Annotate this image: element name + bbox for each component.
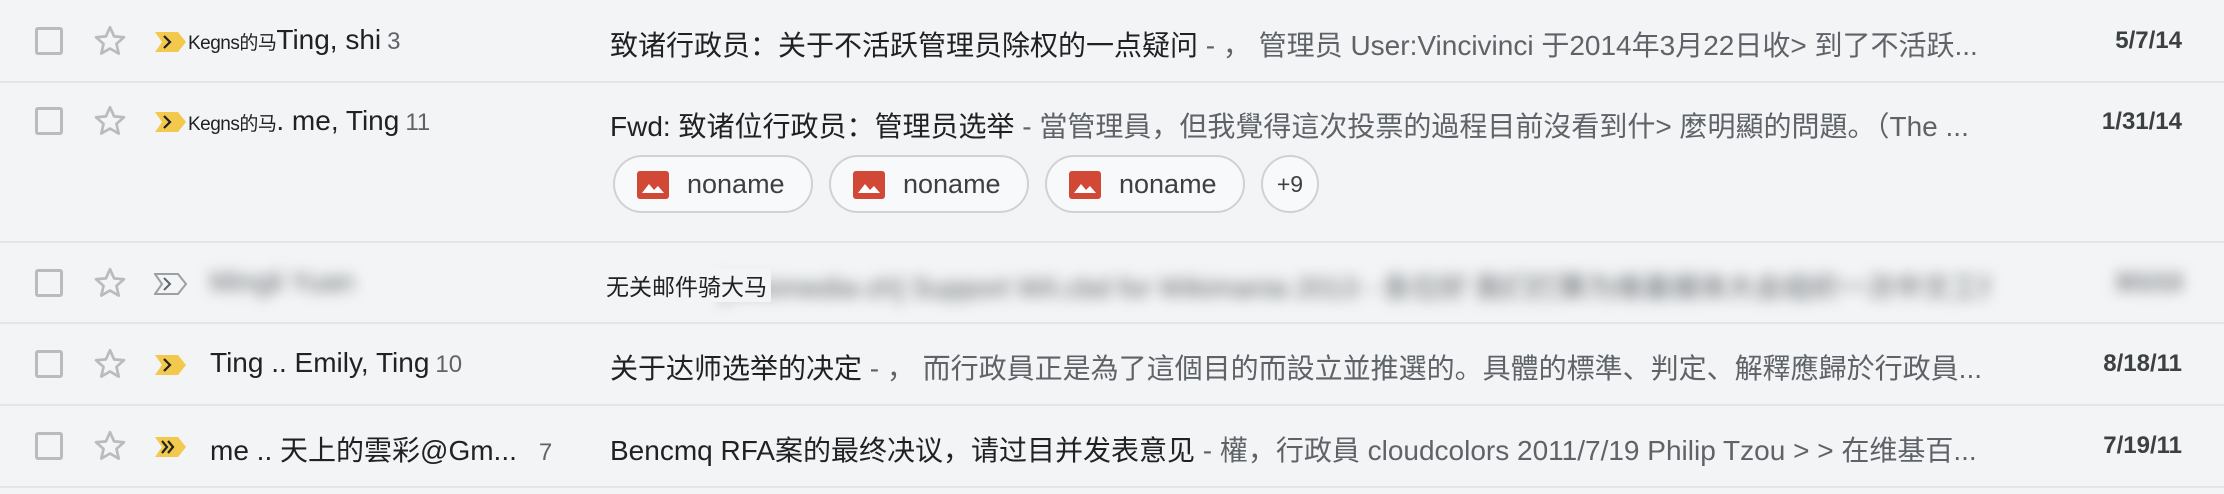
- thread-count: 10: [435, 351, 463, 378]
- thread-count: 3: [387, 28, 401, 55]
- attachment-name: noname: [1119, 169, 1217, 199]
- subject-text: 致诸行政员：关于不活跃管理员除权的一点疑问: [610, 30, 1199, 61]
- sender-label: me .. 天上的雲彩@Gm...: [210, 435, 517, 466]
- image-attachment-icon: [637, 171, 669, 199]
- attachment-name: noname: [687, 169, 785, 199]
- row-checkbox[interactable]: [35, 107, 63, 135]
- star-icon[interactable]: [92, 265, 128, 301]
- subject-line[interactable]: 致诸行政员：关于不活跃管理员除权的一点疑问 - ， 管理员 User:Vinci…: [610, 24, 1990, 64]
- sender-prefix: Kegns的马: [188, 114, 277, 135]
- email-row[interactable]: Kegns的马. me, Ting 11 Fwd: 致诸位行政员：管理员选举 - …: [0, 83, 2224, 243]
- subject-line[interactable]: Bencmq RFA案的最终决议，请过目并发表意见 - 權，行政員 cloudc…: [610, 429, 1990, 469]
- date-label: 3/1/13: [2115, 269, 2182, 296]
- subject-line[interactable]: Fwd: 致诸位行政员：管理员选举 - 當管理員，但我覺得這次投票的過程目前沒看…: [610, 105, 1990, 145]
- sender-label: Ting .. Emily, Ting: [210, 347, 430, 378]
- thread-count: 7: [538, 439, 553, 466]
- importance-marker-outline-icon[interactable]: [154, 272, 188, 296]
- importance-marker-icon[interactable]: [154, 353, 188, 377]
- subject-text: 关于达师选举的决定: [610, 353, 863, 384]
- email-row[interactable]: me .. 天上的雲彩@Gm... 7 Bencmq RFA案的最终决议，请过目并…: [0, 406, 2224, 488]
- overlay-annotation: 无关邮件骑大马: [602, 268, 771, 302]
- more-attachments-chip[interactable]: +9: [1261, 155, 1319, 213]
- row-checkbox[interactable]: [35, 269, 63, 297]
- sender-name: Kegns的马. me, Ting 11: [188, 105, 430, 137]
- subject-text: Fwd: 致诸位行政员：管理员选举: [610, 111, 1015, 142]
- snippet-text: - ， 而行政員正是為了這個目的而設立並推選的。具體的標準、判定、解釋應歸於行政…: [862, 353, 1983, 384]
- date-label: 1/31/14: [2101, 108, 2182, 135]
- row-checkbox[interactable]: [35, 432, 63, 460]
- sender-name: Mingli Yuan: [210, 266, 355, 297]
- sender-name: Kegns的马Ting, shi 3: [188, 24, 401, 56]
- email-row[interactable]: Ting .. Emily, Ting 10 关于达师选举的决定 - ， 而行政員…: [0, 324, 2224, 406]
- star-icon[interactable]: [92, 346, 128, 382]
- row-checkbox[interactable]: [35, 350, 63, 378]
- snippet-text: - ， 管理员 User:Vincivinci 于2014年3月22日收> 到了…: [1198, 30, 1978, 61]
- sender-label: . me, Ting: [276, 105, 400, 136]
- image-attachment-icon: [853, 171, 885, 199]
- sender-prefix: Kegns的马: [188, 33, 277, 54]
- email-list: Kegns的马Ting, shi 3 致诸行政员：关于不活跃管理员除权的一点疑问 …: [0, 0, 2224, 494]
- snippet-text: - 各位好 我们打算为维基媒体大会组织一次中文工作坊 欢迎参与讨论: [1365, 272, 1990, 303]
- date-label: 7/19/11: [2103, 432, 2182, 459]
- attachment-chip[interactable]: noname: [1045, 155, 1245, 213]
- sender-name: Ting .. Emily, Ting 10: [210, 347, 462, 379]
- snippet-text: - 當管理員，但我覺得這次投票的過程目前沒看到什> 麼明顯的問題。（The ..…: [1014, 111, 1969, 142]
- date-label: 5/7/14: [2115, 27, 2182, 54]
- star-icon[interactable]: [92, 103, 128, 139]
- thread-count: 11: [405, 109, 431, 136]
- attachment-chip[interactable]: noname: [613, 155, 813, 213]
- email-row[interactable]: Kegns的马Ting, shi 3 致诸行政员：关于不活跃管理员除权的一点疑问 …: [0, 0, 2224, 83]
- star-icon[interactable]: [92, 428, 128, 464]
- subject-text: Bencmq RFA案的最终决议，请过目并发表意见: [610, 435, 1195, 466]
- attachment-name: noname: [903, 169, 1001, 199]
- importance-marker-double-icon[interactable]: [154, 435, 188, 459]
- image-attachment-icon: [1069, 171, 1101, 199]
- email-row[interactable]: Mingli Yuan [Wikimedia-zh] Support WiI.c…: [0, 243, 2224, 324]
- sender-name: me .. 天上的雲彩@Gm... 7: [210, 429, 552, 469]
- row-checkbox[interactable]: [35, 27, 63, 55]
- attachment-chip[interactable]: noname: [829, 155, 1029, 213]
- date-label: 8/18/11: [2103, 350, 2182, 377]
- star-icon[interactable]: [92, 23, 128, 59]
- importance-marker-icon[interactable]: [154, 30, 188, 54]
- sender-label: Ting, shi: [276, 24, 382, 55]
- subject-line[interactable]: 关于达师选举的决定 - ， 而行政員正是為了這個目的而設立並推選的。具體的標準、…: [610, 347, 1990, 387]
- subject-text: [Wikimedia-zh] Support WiI.cbd for Wikim…: [720, 272, 1358, 303]
- snippet-text: - 權，行政員 cloudcolors 2011/7/19 Philip Tzo…: [1194, 435, 1977, 466]
- importance-marker-icon[interactable]: [154, 110, 188, 134]
- subject-line[interactable]: [Wikimedia-zh] Support WiI.cbd for Wikim…: [720, 266, 1990, 306]
